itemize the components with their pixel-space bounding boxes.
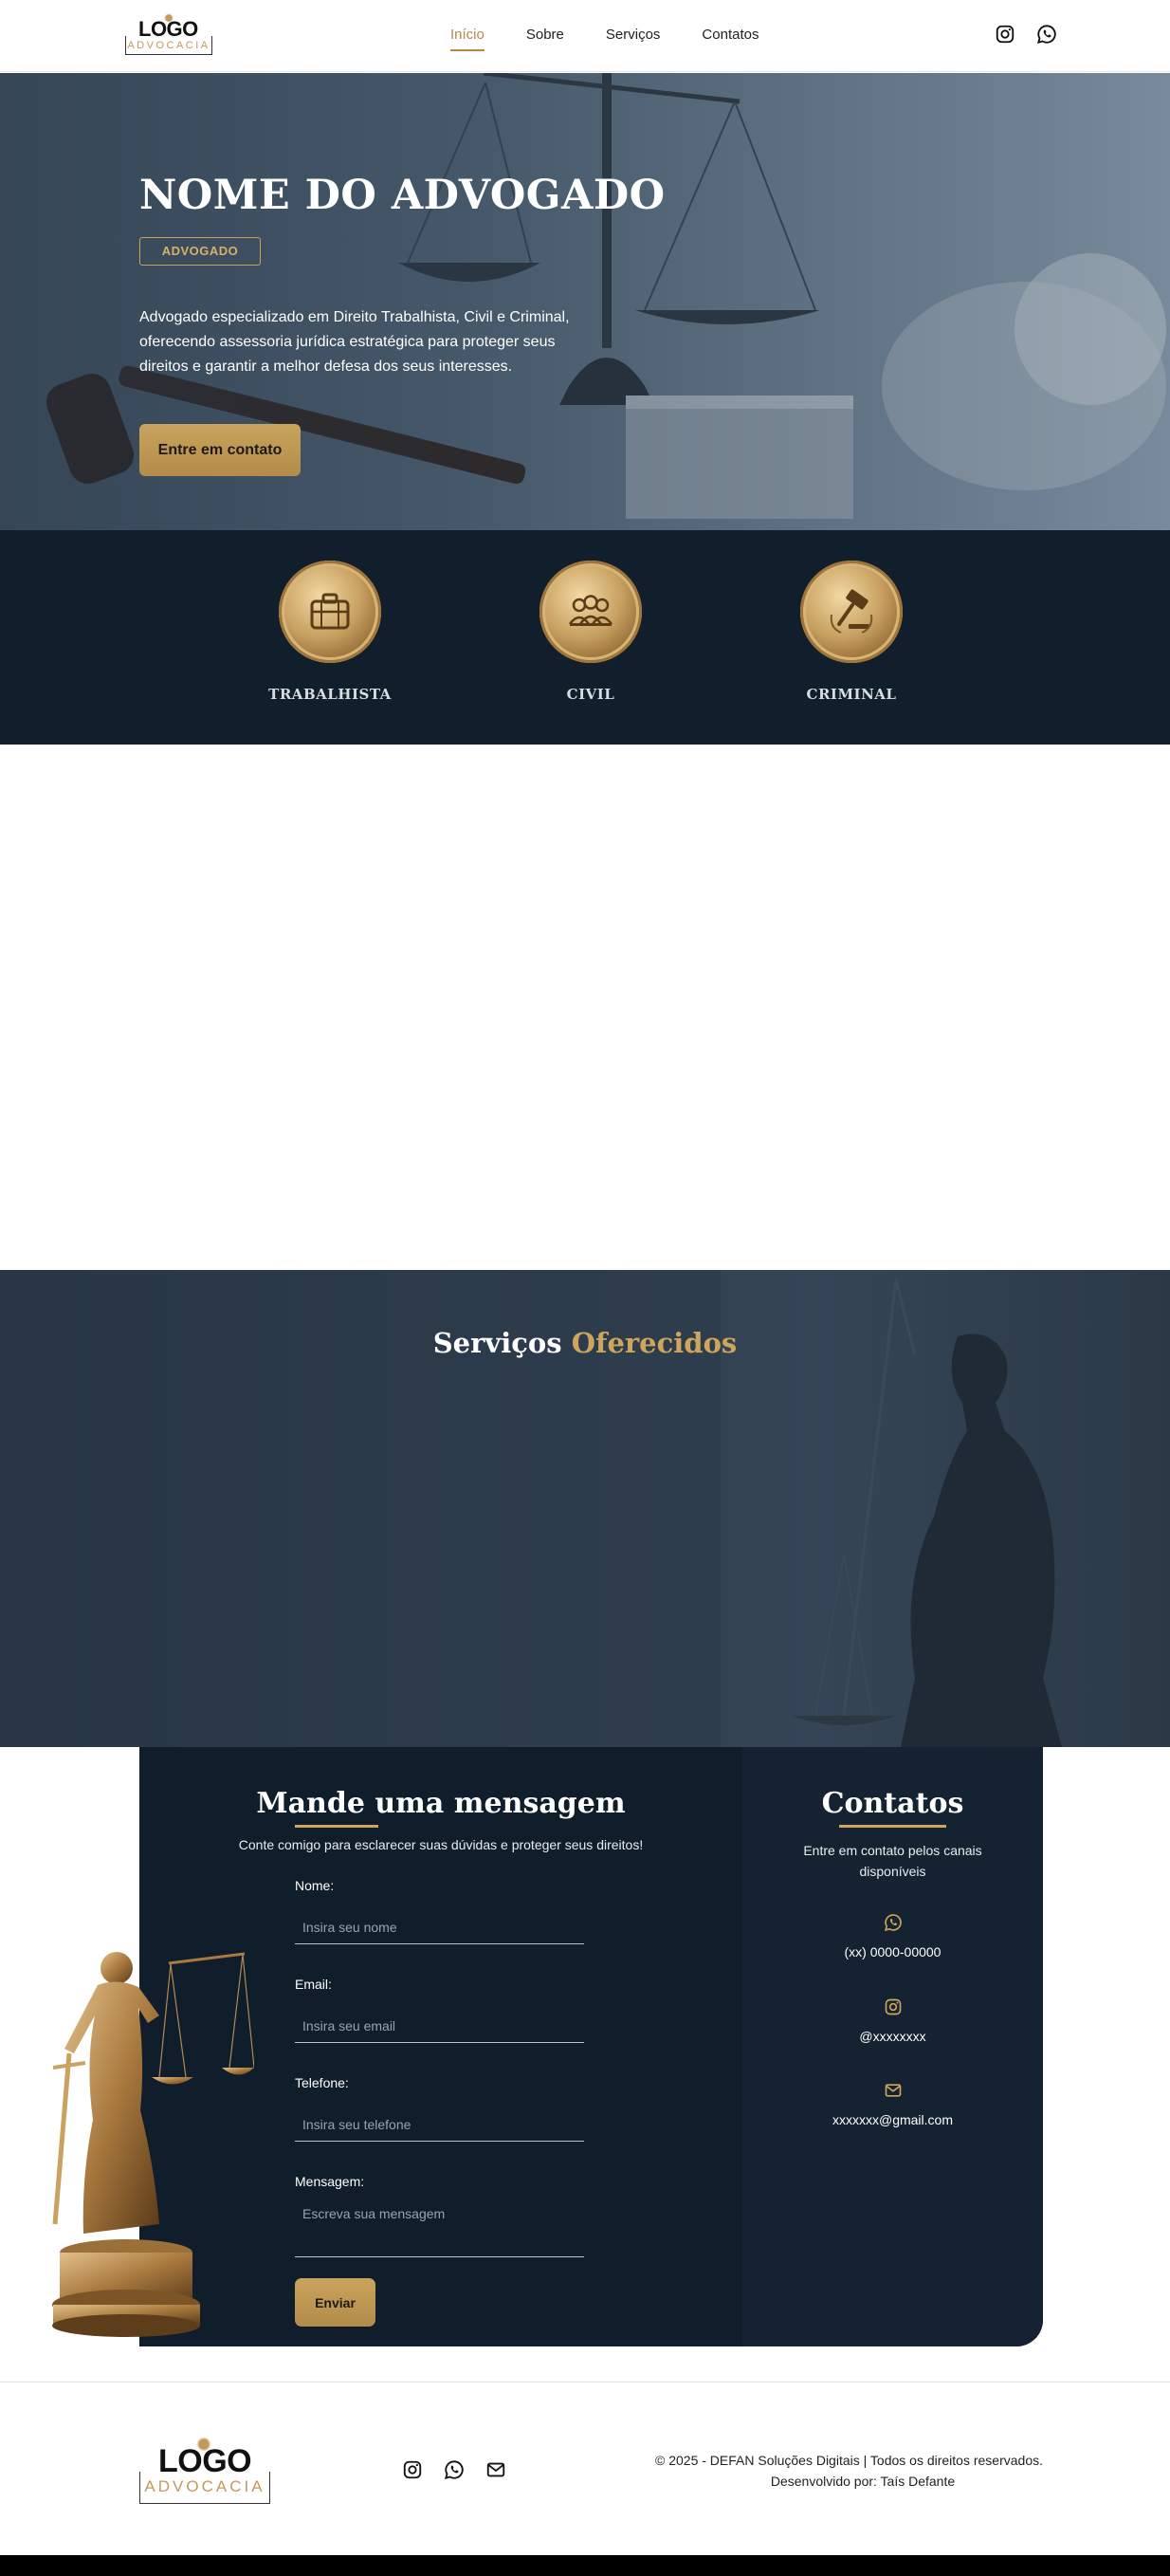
header-logo[interactable]: LOGO ADVOCACIA [125, 13, 212, 57]
lady-justice-statue [52, 1930, 254, 2337]
contacts-title: Contatos [821, 1787, 964, 1820]
mail-icon [884, 2081, 903, 2100]
area-label: CIVIL [566, 686, 615, 703]
whatsapp-icon[interactable] [444, 2459, 465, 2480]
contacts-subtitle: Entre em contato pelos canais disponívei… [803, 1843, 982, 1879]
title-underline [839, 1825, 946, 1828]
services-section: Serviços Oferecidos [0, 1270, 1170, 1747]
footer-logo[interactable]: LOGO ADVOCACIA [139, 2438, 270, 2504]
briefcase-icon [310, 593, 350, 630]
form-title: Mande uma mensagem [256, 1787, 626, 1820]
header-social-icons [995, 24, 1057, 45]
contact-value: xxxxxxx@gmail.com [832, 2112, 953, 2127]
name-label: Nome: [295, 1878, 335, 1893]
logo-subtitle: ADVOCACIA [127, 40, 210, 51]
mail-icon[interactable] [485, 2459, 506, 2480]
area-medal [279, 561, 381, 663]
hero-badge: ADVOGADO [139, 237, 261, 266]
whatsapp-icon [884, 1913, 903, 1932]
area-label: CRIMINAL [806, 686, 897, 703]
phone-input[interactable] [295, 2107, 584, 2142]
area-label: TRABALHISTA [268, 686, 392, 703]
services-title-main: Serviços [432, 1327, 562, 1359]
area-trabalhista[interactable]: TRABALHISTA [264, 561, 396, 703]
services-title-accent: Oferecidos [571, 1327, 738, 1359]
instagram-icon[interactable] [402, 2459, 423, 2480]
site-header: LOGO ADVOCACIA Início Sobre Serviços Con… [0, 0, 1170, 72]
email-label: Email: [295, 1977, 332, 1992]
message-textarea[interactable] [295, 2200, 584, 2257]
send-button[interactable]: Enviar [295, 2278, 375, 2327]
area-medal [539, 561, 642, 663]
nav-item-inicio[interactable]: Início [450, 27, 484, 51]
nav-item-contatos[interactable]: Contatos [702, 27, 759, 43]
message-label: Mensagem: [295, 2174, 365, 2189]
contact-value: @xxxxxxxx [859, 2029, 926, 2044]
contact-section: Mande uma mensagem Conte comigo para esc… [139, 1747, 1043, 2346]
hero-description: Advogado especializado em Direito Trabal… [139, 309, 570, 375]
practice-areas: TRABALHISTA CIVIL CRIMINAL [0, 530, 1170, 745]
instagram-icon [884, 1997, 903, 2016]
form-subtitle: Conte comigo para esclarecer suas dúvida… [238, 1837, 644, 1852]
logo-subtitle: ADVOCACIA [144, 2477, 265, 2495]
email-input[interactable] [295, 2009, 584, 2043]
copyright-text: © 2025 - DEFAN Soluções Digitais | Todos… [655, 2453, 1043, 2468]
contact-item-email[interactable]: xxxxxxx@gmail.com [742, 2081, 1043, 2127]
footer-social-icons [402, 2459, 506, 2480]
developer-credit: Desenvolvido por: Taís Defante [770, 2474, 956, 2489]
whatsapp-icon[interactable] [1036, 24, 1057, 45]
contacts-panel [742, 1747, 1043, 2346]
instagram-icon[interactable] [995, 24, 1015, 45]
contact-item-whatsapp[interactable]: (xx) 0000-00000 [742, 1913, 1043, 1960]
main-nav: Início Sobre Serviços Contatos [450, 27, 759, 51]
people-icon [568, 595, 613, 626]
hero-section: NOME DO ADVOGADO ADVOGADO Advogado espec… [0, 73, 1170, 530]
footer-divider [0, 2382, 1170, 2383]
contact-item-instagram[interactable]: @xxxxxxxx [742, 1997, 1043, 2044]
area-civil[interactable]: CIVIL [524, 561, 657, 703]
gavel-icon [830, 589, 873, 634]
name-input[interactable] [295, 1910, 584, 1944]
area-criminal[interactable]: CRIMINAL [785, 561, 918, 703]
title-underline [295, 1825, 378, 1828]
footer-copyright: © 2025 - DEFAN Soluções Digitais | Todos… [597, 2450, 1043, 2492]
phone-label: Telefone: [295, 2075, 349, 2090]
contact-value: (xx) 0000-00000 [844, 1944, 941, 1960]
contact-cta-button[interactable]: Entre em contato [139, 424, 301, 476]
area-medal [800, 561, 903, 663]
nav-item-servicos[interactable]: Serviços [606, 27, 661, 43]
hero-title: NOME DO ADVOGADO [139, 172, 666, 219]
bottom-bar [0, 2555, 1170, 2576]
services-title: Serviços Oferecidos [0, 1327, 1170, 1359]
nav-item-sobre[interactable]: Sobre [526, 27, 564, 43]
